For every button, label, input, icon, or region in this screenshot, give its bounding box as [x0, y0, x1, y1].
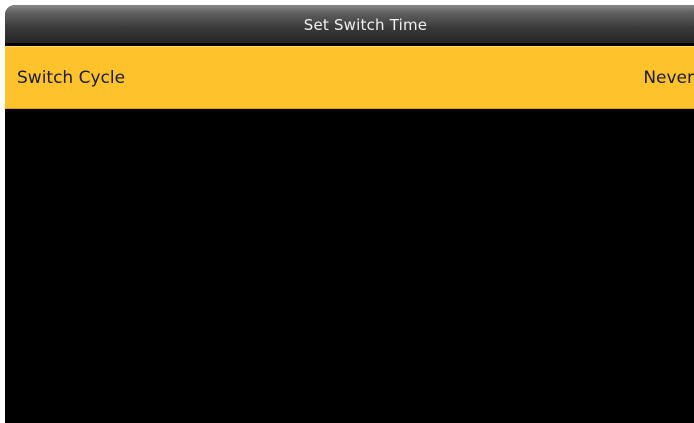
empty-content-area	[5, 109, 694, 423]
menu-item-label: Switch Cycle	[17, 67, 126, 88]
menu-item-value: Never	[643, 67, 694, 88]
menu-item-switch-cycle[interactable]: Switch Cycle Never	[5, 46, 694, 109]
device-screen: Set Switch Time Switch Cycle Never	[5, 5, 694, 423]
page-title: Set Switch Time	[303, 16, 428, 34]
title-bar: Set Switch Time	[5, 5, 694, 43]
